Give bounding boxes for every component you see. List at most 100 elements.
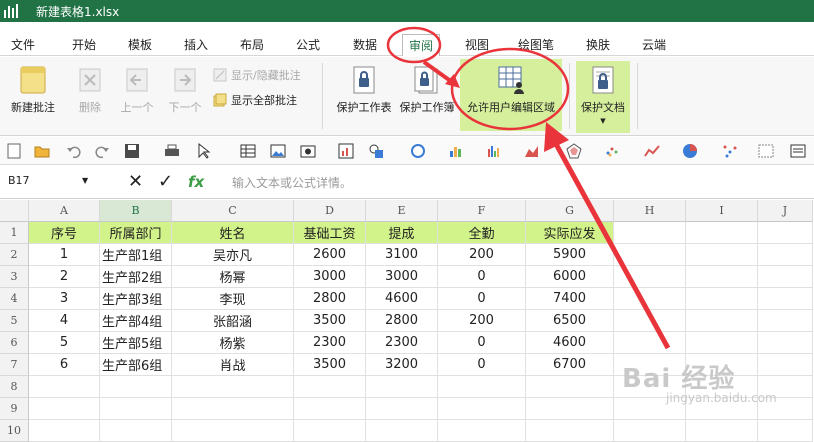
row-header-2[interactable]: 2: [0, 244, 29, 266]
more-icon[interactable]: [790, 143, 806, 159]
header-cell[interactable]: 基础工资: [294, 222, 366, 244]
row-header-7[interactable]: 7: [0, 354, 29, 376]
name-box-dropdown-icon[interactable]: ▼: [82, 176, 88, 185]
header-cell[interactable]: 全勤: [438, 222, 526, 244]
dot-chart-icon[interactable]: [722, 143, 738, 159]
header-cell[interactable]: 序号: [29, 222, 100, 244]
table-cell[interactable]: [686, 244, 758, 266]
table-cell[interactable]: [758, 332, 813, 354]
area-chart-icon[interactable]: [524, 143, 540, 159]
table-cell[interactable]: 6: [29, 354, 100, 376]
table-cell[interactable]: [686, 310, 758, 332]
table-cell[interactable]: [29, 376, 100, 398]
table-cell[interactable]: 7400: [526, 288, 614, 310]
table-cell[interactable]: [100, 376, 172, 398]
menu-insert[interactable]: 插入: [184, 36, 208, 53]
table-cell[interactable]: [29, 420, 100, 442]
table-cell[interactable]: 200: [438, 244, 526, 266]
line-chart-icon[interactable]: [644, 143, 660, 159]
table-cell[interactable]: 2600: [294, 244, 366, 266]
menu-data[interactable]: 数据: [353, 36, 377, 53]
fx-icon[interactable]: fx: [188, 173, 204, 191]
table-cell[interactable]: 张韶涵: [172, 310, 294, 332]
confirm-icon[interactable]: ✓: [158, 171, 173, 192]
chart-box-icon[interactable]: [338, 143, 354, 159]
table-cell[interactable]: [758, 310, 813, 332]
table-cell[interactable]: 2800: [366, 310, 438, 332]
next-comment-button[interactable]: 下一个: [164, 65, 206, 115]
header-cell[interactable]: [758, 222, 813, 244]
menu-draw-pen[interactable]: 绘图笔: [518, 36, 554, 53]
row-header-5[interactable]: 5: [0, 310, 29, 332]
table-cell[interactable]: 3500: [294, 310, 366, 332]
table-cell[interactable]: 肖战: [172, 354, 294, 376]
table-cell[interactable]: [438, 376, 526, 398]
column-header-F[interactable]: F: [438, 200, 526, 222]
undo-icon[interactable]: [66, 143, 82, 159]
column-header-A[interactable]: A: [29, 200, 100, 222]
save-icon[interactable]: [124, 143, 140, 159]
show-hide-comment-button[interactable]: 显示/隐藏批注: [213, 67, 301, 83]
table-cell[interactable]: 杨幂: [172, 266, 294, 288]
column-header-B[interactable]: B: [100, 200, 172, 222]
table-cell[interactable]: 0: [438, 354, 526, 376]
table-cell[interactable]: [100, 398, 172, 420]
table-cell[interactable]: 3000: [294, 266, 366, 288]
table-cell[interactable]: [366, 376, 438, 398]
column-header-E[interactable]: E: [366, 200, 438, 222]
table-icon[interactable]: [240, 143, 256, 159]
protect-workbook-button[interactable]: 保护工作簿: [397, 65, 457, 115]
table-cell[interactable]: [172, 398, 294, 420]
table-cell[interactable]: [614, 288, 686, 310]
print-icon[interactable]: [164, 143, 180, 159]
row-header-6[interactable]: 6: [0, 332, 29, 354]
table-cell[interactable]: 0: [438, 266, 526, 288]
table-cell[interactable]: [172, 376, 294, 398]
table-cell[interactable]: [614, 266, 686, 288]
table-cell[interactable]: [366, 420, 438, 442]
table-cell[interactable]: 2800: [294, 288, 366, 310]
table-cell[interactable]: 4600: [526, 332, 614, 354]
table-cell[interactable]: 李现: [172, 288, 294, 310]
menu-home[interactable]: 开始: [72, 36, 96, 53]
select-cursor-icon[interactable]: [196, 143, 212, 159]
table-cell[interactable]: [100, 420, 172, 442]
table-cell[interactable]: [294, 420, 366, 442]
delete-comment-button[interactable]: 删除: [72, 65, 108, 115]
table-cell[interactable]: 生产部5组: [100, 332, 172, 354]
pie-chart-icon[interactable]: [682, 143, 698, 159]
table-cell[interactable]: 生产部2组: [100, 266, 172, 288]
row-header-8[interactable]: 8: [0, 376, 29, 398]
column-header-G[interactable]: G: [526, 200, 614, 222]
menu-skin[interactable]: 换肤: [586, 36, 610, 53]
table-cell[interactable]: 6700: [526, 354, 614, 376]
table-cell[interactable]: [294, 376, 366, 398]
row-header-1[interactable]: 1: [0, 222, 29, 244]
menu-view[interactable]: 视图: [465, 36, 489, 53]
table-cell[interactable]: [758, 266, 813, 288]
shapes-icon[interactable]: [368, 143, 384, 159]
protect-sheet-button[interactable]: 保护工作表: [332, 65, 396, 115]
table-cell[interactable]: [294, 398, 366, 420]
table-cell[interactable]: 3200: [366, 354, 438, 376]
table-cell[interactable]: [614, 244, 686, 266]
header-cell[interactable]: [614, 222, 686, 244]
header-cell[interactable]: 所属部门: [100, 222, 172, 244]
table-cell[interactable]: [686, 420, 758, 442]
table-cell[interactable]: 吴亦凡: [172, 244, 294, 266]
new-file-icon[interactable]: [6, 143, 22, 159]
table-cell[interactable]: 生产部4组: [100, 310, 172, 332]
table-cell[interactable]: [686, 332, 758, 354]
column-header-C[interactable]: C: [172, 200, 294, 222]
table-cell[interactable]: [526, 376, 614, 398]
menu-template[interactable]: 模板: [128, 36, 152, 53]
screenshot-icon[interactable]: [300, 143, 316, 159]
protect-document-button[interactable]: 保护文档 ▼: [576, 61, 630, 133]
table-cell[interactable]: 2300: [294, 332, 366, 354]
table-cell[interactable]: 3100: [366, 244, 438, 266]
show-all-comments-button[interactable]: 显示全部批注: [213, 92, 297, 108]
select-all-corner[interactable]: [0, 200, 29, 222]
row-header-3[interactable]: 3: [0, 266, 29, 288]
table-cell[interactable]: [29, 398, 100, 420]
smartart-icon[interactable]: [410, 143, 426, 159]
